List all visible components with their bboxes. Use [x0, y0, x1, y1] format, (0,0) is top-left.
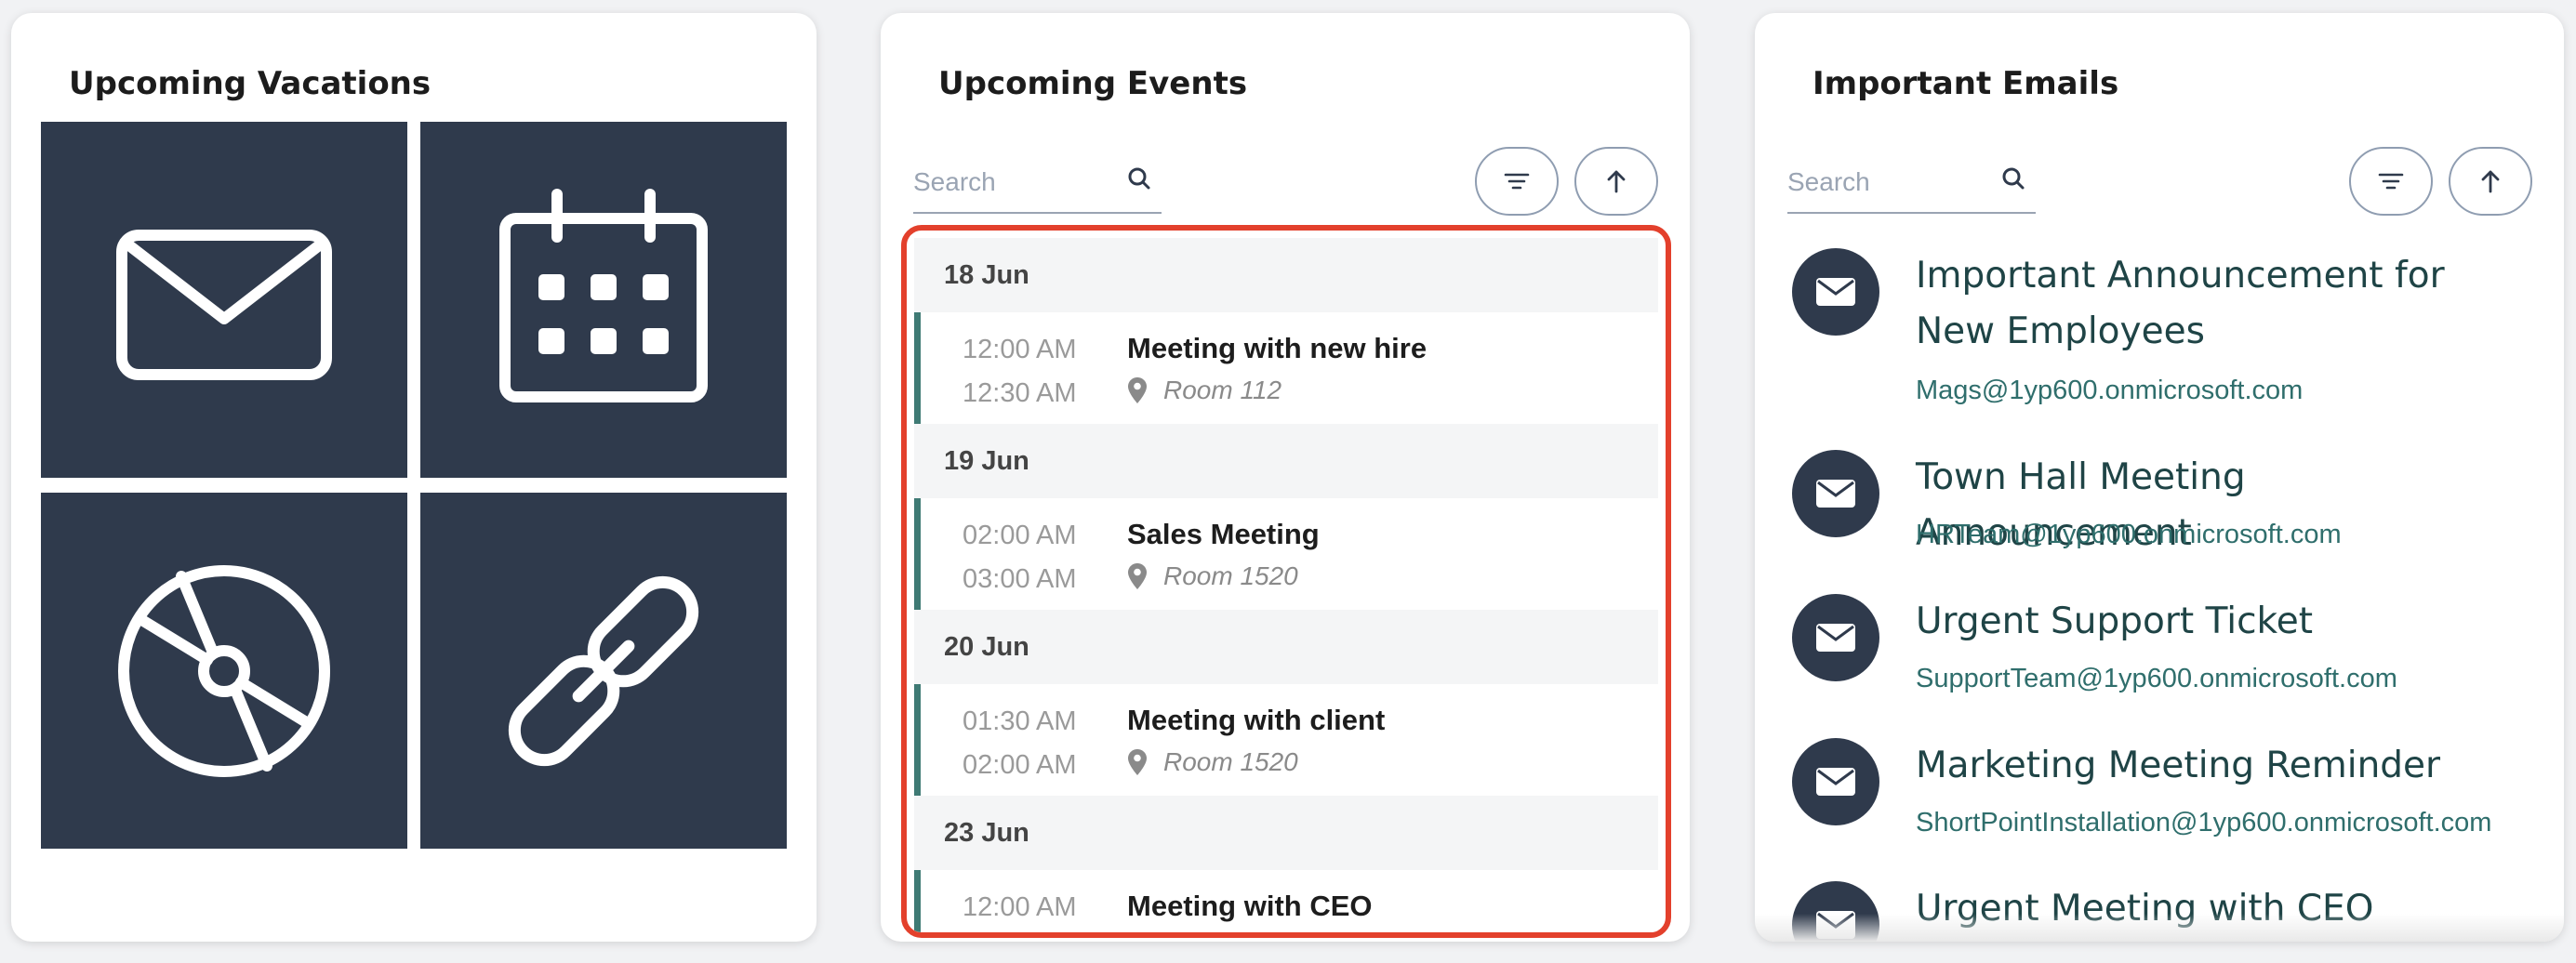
- event-location: Room 1520: [1127, 561, 1298, 591]
- arrow-up-icon: [1607, 170, 1626, 193]
- envelope-icon: [1816, 480, 1855, 508]
- email-sender[interactable]: SupportTeam@1yp600.onmicrosoft.com: [1916, 664, 2397, 694]
- event-location-text: Room 1520: [1163, 561, 1298, 590]
- scroll-fade: [1755, 914, 2564, 942]
- event-item[interactable]: 02:00 AM 03:00 AM Sales Meeting Room 152…: [914, 498, 1658, 610]
- event-start-time: 02:00 AM: [963, 521, 1077, 550]
- location-pin-icon: [1128, 749, 1147, 775]
- envelope-icon: [1816, 624, 1855, 652]
- event-start-time: 12:00 AM: [963, 335, 1077, 364]
- link-icon: [508, 575, 699, 766]
- event-start-time: 12:00 AM: [963, 892, 1077, 922]
- event-title: Sales Meeting: [1127, 518, 1320, 550]
- email-sender[interactable]: ShortPointInstallation@1yp600.onmicrosof…: [1916, 808, 2491, 838]
- event-date-header: 18 Jun: [914, 238, 1658, 312]
- email-avatar: [1792, 738, 1879, 825]
- envelope-icon: [1816, 768, 1855, 796]
- events-sort-button[interactable]: [1574, 147, 1658, 216]
- event-location-text: Room 1520: [1163, 747, 1298, 776]
- event-location: Room 112: [1127, 376, 1281, 405]
- location-pin-icon: [1128, 377, 1147, 403]
- event-item[interactable]: 12:00 AM Meeting with CEO: [914, 870, 1658, 932]
- event-end-time: 12:30 AM: [963, 378, 1077, 408]
- events-search: [913, 152, 1162, 214]
- event-end-time: 03:00 AM: [963, 564, 1077, 594]
- emails-search: [1787, 152, 2036, 214]
- upcoming-vacations-card: Upcoming Vacations: [11, 13, 817, 942]
- vacations-title: Upcoming Vacations: [69, 65, 432, 102]
- events-title: Upcoming Events: [938, 65, 1248, 102]
- event-item[interactable]: 12:00 AM 12:30 AM Meeting with new hire …: [914, 312, 1658, 424]
- envelope-icon: [116, 229, 332, 380]
- arrow-up-icon: [2481, 170, 2500, 193]
- search-icon[interactable]: [1998, 164, 2028, 193]
- events-filter-button[interactable]: [1475, 147, 1559, 216]
- important-emails-card: Important Emails Important Announcement …: [1755, 13, 2564, 942]
- event-date-header: 23 Jun: [914, 796, 1658, 870]
- emails-filter-button[interactable]: [2349, 147, 2433, 216]
- vacation-tile-calendar[interactable]: [420, 122, 787, 478]
- events-list-highlighted: 18 Jun 12:00 AM 12:30 AM Meeting with ne…: [901, 225, 1671, 938]
- email-sender[interactable]: Mags@1yp600.onmicrosoft.com: [1916, 376, 2303, 406]
- search-icon[interactable]: [1124, 164, 1154, 193]
- email-avatar: [1792, 594, 1879, 681]
- vacation-tile-link[interactable]: [420, 493, 787, 849]
- event-date-header: 19 Jun: [914, 424, 1658, 498]
- emails-search-input[interactable]: [1787, 160, 1992, 204]
- email-subject[interactable]: Marketing Meeting Reminder: [1916, 738, 2530, 794]
- email-sender[interactable]: HRTeam@1yp600.onmicrosoft.com: [1916, 520, 2342, 550]
- event-start-time: 01:30 AM: [963, 706, 1077, 736]
- email-avatar: [1792, 450, 1879, 537]
- event-title: Meeting with client: [1127, 704, 1386, 736]
- event-location-text: Room 112: [1163, 376, 1282, 404]
- envelope-icon: [1816, 278, 1855, 306]
- event-item[interactable]: 01:30 AM 02:00 AM Meeting with client Ro…: [914, 684, 1658, 796]
- filter-icon: [1504, 173, 1530, 190]
- vacation-tile-disc[interactable]: [41, 493, 407, 849]
- event-end-time: 02:00 AM: [963, 750, 1077, 780]
- event-title: Meeting with new hire: [1127, 332, 1427, 364]
- events-list: 18 Jun 12:00 AM 12:30 AM Meeting with ne…: [914, 238, 1658, 932]
- event-date-header: 20 Jun: [914, 610, 1658, 684]
- vacation-tile-mail[interactable]: [41, 122, 407, 478]
- event-location: Room 1520: [1127, 747, 1298, 777]
- email-avatar: [1792, 248, 1879, 336]
- emails-sort-button[interactable]: [2449, 147, 2532, 216]
- events-search-input[interactable]: [913, 160, 1118, 204]
- emails-title: Important Emails: [1812, 65, 2119, 102]
- upcoming-events-card: Upcoming Events 18 Jun 12:00 AM 12:30 AM…: [881, 13, 1690, 942]
- location-pin-icon: [1128, 563, 1147, 589]
- filter-icon: [2378, 173, 2404, 190]
- email-subject[interactable]: Important Announcement for New Employees: [1916, 248, 2530, 360]
- event-title: Meeting with CEO: [1127, 890, 1373, 922]
- disc-icon: [118, 564, 330, 777]
- email-subject[interactable]: Urgent Support Ticket: [1916, 594, 2530, 650]
- calendar-icon: [499, 188, 708, 402]
